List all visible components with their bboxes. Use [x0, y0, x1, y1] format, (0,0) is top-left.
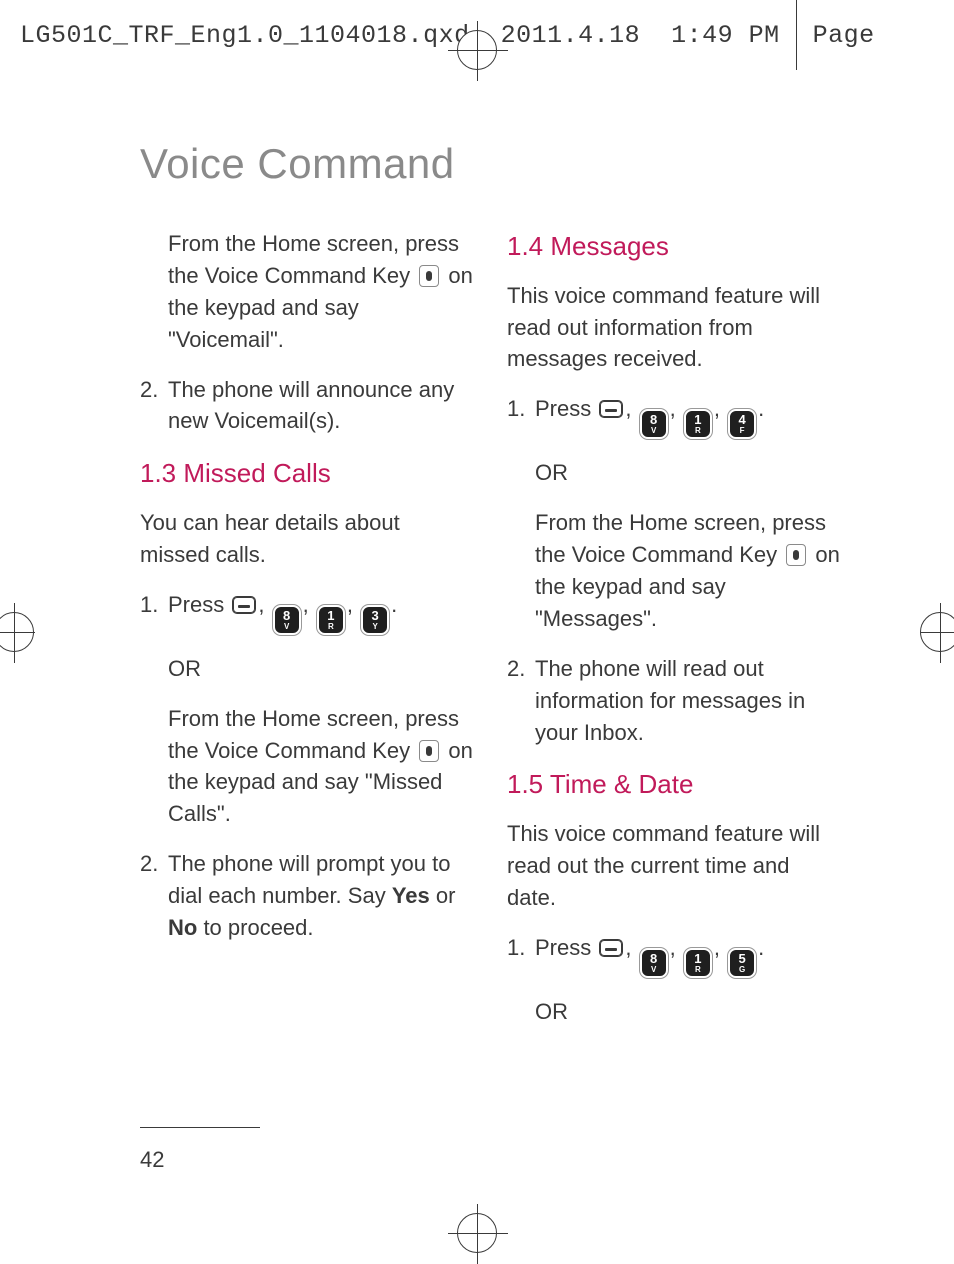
- page-body: Voice Command From the Home screen, pres…: [140, 140, 840, 1183]
- step-text: The phone will read out information for …: [535, 653, 840, 749]
- print-header: LG501C_TRF_Eng1.0_1104018.qxd 2011.4.18 …: [0, 0, 954, 70]
- content-columns: From the Home screen, press the Voice Co…: [140, 228, 840, 1046]
- soft-key-icon: [599, 400, 623, 418]
- section-1-3-heading: 1.3 Missed Calls: [140, 455, 473, 493]
- keypad-1-icon: 1R: [317, 605, 345, 635]
- voicemail-step-2: 2. The phone will announce any new Voice…: [140, 374, 473, 438]
- soft-key-icon: [599, 939, 623, 957]
- or-label: OR: [507, 457, 840, 489]
- keypad-5-icon: 5G: [728, 948, 756, 978]
- step-number: 1.: [507, 932, 535, 978]
- keypad-1-icon: 1R: [684, 409, 712, 439]
- soft-key-icon: [232, 596, 256, 614]
- section-1-4-desc: This voice command feature will read out…: [507, 280, 840, 376]
- header-separator: [796, 0, 797, 70]
- section-1-5-heading: 1.5 Time & Date: [507, 766, 840, 804]
- step-text: Press , 8V, 1R, 3Y.: [168, 589, 473, 635]
- left-column: From the Home screen, press the Voice Co…: [140, 228, 473, 1046]
- text: From the Home screen, press the Voice Co…: [168, 231, 459, 288]
- section-1-4-heading: 1.4 Messages: [507, 228, 840, 266]
- section-1-3-alt: From the Home screen, press the Voice Co…: [140, 703, 473, 831]
- section-1-4-step-2: 2. The phone will read out information f…: [507, 653, 840, 749]
- keypad-4-icon: 4F: [728, 409, 756, 439]
- registration-mark-left: [0, 612, 34, 652]
- section-1-4-step-1: 1. Press , 8V, 1R, 4F.: [507, 393, 840, 439]
- step-text: Press , 8V, 1R, 4F.: [535, 393, 840, 439]
- section-1-3-step-2: 2. The phone will prompt you to dial eac…: [140, 848, 473, 944]
- step-text: The phone will announce any new Voicemai…: [168, 374, 473, 438]
- voicemail-intro: From the Home screen, press the Voice Co…: [140, 228, 473, 356]
- header-date: 2011.4.18: [501, 21, 641, 50]
- keypad-3-icon: 3Y: [361, 605, 389, 635]
- footer-rule: [140, 1127, 260, 1128]
- voice-command-key-icon: [419, 740, 439, 762]
- right-column: 1.4 Messages This voice command feature …: [507, 228, 840, 1046]
- voice-command-key-icon: [786, 544, 806, 566]
- yes-label: Yes: [392, 883, 430, 908]
- section-1-3-step-1: 1. Press , 8V, 1R, 3Y.: [140, 589, 473, 635]
- section-1-5-step-1: 1. Press , 8V, 1R, 5G.: [507, 932, 840, 978]
- step-number: 1.: [140, 589, 168, 635]
- header-time: 1:49 PM: [671, 21, 780, 50]
- step-text: The phone will prompt you to dial each n…: [168, 848, 473, 944]
- step-number: 1.: [507, 393, 535, 439]
- page-number: 42: [140, 1147, 164, 1173]
- section-1-4-alt: From the Home screen, press the Voice Co…: [507, 507, 840, 635]
- registration-mark-right: [920, 612, 954, 652]
- or-label: OR: [140, 653, 473, 685]
- text: From the Home screen, press the Voice Co…: [168, 706, 459, 763]
- or-label: OR: [507, 996, 840, 1028]
- registration-mark-bottom: [457, 1213, 497, 1253]
- text: From the Home screen, press the Voice Co…: [535, 510, 826, 567]
- voice-command-key-icon: [419, 265, 439, 287]
- page-title: Voice Command: [140, 140, 840, 188]
- step-number: 2.: [507, 653, 535, 749]
- keypad-8-icon: 8V: [273, 605, 301, 635]
- step-text: Press , 8V, 1R, 5G.: [535, 932, 840, 978]
- keypad-8-icon: 8V: [640, 948, 668, 978]
- keypad-8-icon: 8V: [640, 409, 668, 439]
- header-filename: LG501C_TRF_Eng1.0_1104018.qxd: [20, 21, 470, 50]
- step-number: 2.: [140, 848, 168, 944]
- section-1-5-desc: This voice command feature will read out…: [507, 818, 840, 914]
- keypad-1-icon: 1R: [684, 948, 712, 978]
- header-page-label: Page: [813, 21, 875, 50]
- no-label: No: [168, 915, 197, 940]
- section-1-3-desc: You can hear details about missed calls.: [140, 507, 473, 571]
- step-number: 2.: [140, 374, 168, 438]
